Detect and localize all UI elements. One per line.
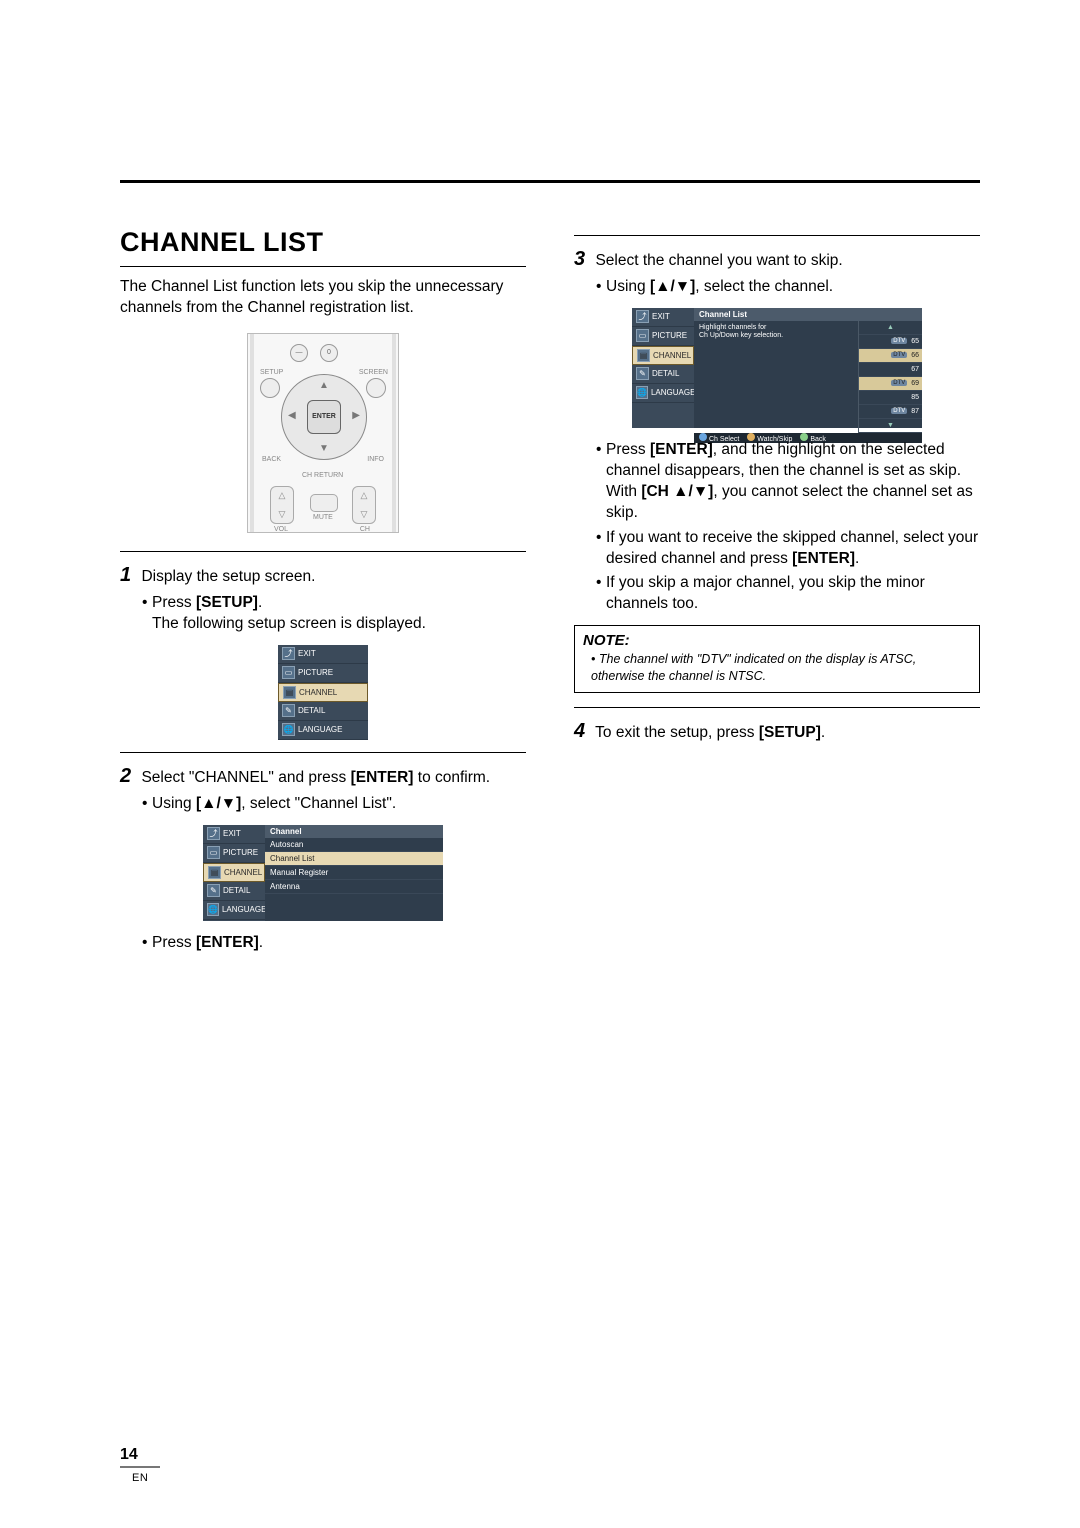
dpad-left-icon: ◀ xyxy=(288,410,296,421)
step1-rule xyxy=(120,551,526,552)
channel-list-screen: ⤴EXIT ▭PICTURE ▤CHANNEL ✎DETAIL 🌐LANGUAG… xyxy=(632,308,922,428)
step3-rule xyxy=(574,235,980,236)
remote-info-label: INFO xyxy=(367,456,384,463)
page-number-rule xyxy=(120,1466,160,1468)
left-column: CHANNEL LIST The Channel List function l… xyxy=(120,227,526,958)
cl-channel-column: ▲ DTV65 DTV66 67 DTV69 85 DTV87 ▼ xyxy=(858,321,922,433)
remote-zero-button: 0 xyxy=(320,344,338,362)
channel-menu-title: Channel xyxy=(265,825,443,838)
step-4-number: 4 xyxy=(574,720,585,742)
step-3-bullet-b3: • If you skip a major channel, you skip … xyxy=(596,573,980,615)
note-title: NOTE: xyxy=(583,632,971,649)
dpad-down-icon: ▼ xyxy=(319,443,329,454)
remote-dpad: ▲ ▼ ◀ ▶ ENTER xyxy=(281,374,367,460)
note-body: • The channel with "DTV" indicated on th… xyxy=(591,651,971,684)
detail-icon: ✎ xyxy=(282,704,295,717)
step4-rule xyxy=(574,707,980,708)
remote-setup-label: SETUP xyxy=(260,369,283,376)
page-number: 14 xyxy=(120,1446,138,1464)
remote-back-label: BACK xyxy=(262,456,281,463)
step-3-bullet-b2: • If you want to receive the skipped cha… xyxy=(596,528,980,570)
cl-down-arrow-icon: ▼ xyxy=(887,422,894,429)
intro-text: The Channel List function lets you skip … xyxy=(120,277,526,319)
channel-row-antenna: Antenna xyxy=(265,880,443,894)
step-3: 3 Select the channel you want to skip. xyxy=(574,246,980,273)
step-3-bullet-a: • Using [▲/▼], select the channel. xyxy=(596,277,980,298)
detail-icon: ✎ xyxy=(636,367,649,380)
dpad-right-icon: ▶ xyxy=(352,410,360,421)
step-1: 1 Display the setup screen. xyxy=(120,562,526,589)
step-2-bullet-a: • Using [▲/▼], select "Channel List". xyxy=(142,794,526,815)
channel-row-autoscan: Autoscan xyxy=(265,838,443,852)
cl-info-text: Highlight channels for Ch Up/Down key se… xyxy=(694,321,858,433)
right-column: 3 Select the channel you want to skip. •… xyxy=(574,227,980,958)
remote-ch-rocker: △▽ xyxy=(352,486,376,524)
page-heading: CHANNEL LIST xyxy=(120,227,526,258)
picture-icon: ▭ xyxy=(636,329,649,342)
channel-icon: ▤ xyxy=(208,866,221,879)
step-2-bullet-b: • Press [ENTER]. xyxy=(142,933,526,954)
channel-icon: ▤ xyxy=(637,349,650,362)
remote-illustration: — 0 SETUP SCREEN ▲ ▼ ◀ ▶ ENTER BACK INFO… xyxy=(247,333,399,533)
remote-vol-rocker: △▽ xyxy=(270,486,294,524)
cl-up-arrow-icon: ▲ xyxy=(887,324,894,331)
remote-mute-label: MUTE xyxy=(313,514,333,521)
remote-chreturn-label: CH RETURN xyxy=(302,472,343,479)
exit-icon: ⤴ xyxy=(282,647,295,660)
exit-icon: ⤴ xyxy=(636,310,649,323)
step-1-bullet: • Press [SETUP]. The following setup scr… xyxy=(142,593,526,635)
channel-icon: ▤ xyxy=(283,686,296,699)
step-2-number: 2 xyxy=(120,765,131,787)
remote-setup-button xyxy=(260,378,280,398)
detail-icon: ✎ xyxy=(207,884,220,897)
remote-ch-label: CH xyxy=(360,526,370,533)
step2-rule xyxy=(120,752,526,753)
channel-row-channel-list: Channel List xyxy=(265,852,443,866)
step-3-bullet-b1: • Press [ENTER], and the highlight on th… xyxy=(596,440,980,524)
page-footer: 14 EN xyxy=(120,1446,160,1486)
language-icon: 🌐 xyxy=(282,723,295,736)
setup-screen-1: ⤴EXIT ▭PICTURE ▤CHANNEL ✎DETAIL 🌐LANGUAG… xyxy=(278,645,368,740)
picture-icon: ▭ xyxy=(207,846,220,859)
exit-icon: ⤴ xyxy=(207,827,220,840)
dpad-up-icon: ▲ xyxy=(319,380,329,391)
remote-dash-button: — xyxy=(290,344,308,362)
step-1-number: 1 xyxy=(120,564,131,586)
remote-enter-button: ENTER xyxy=(307,400,341,434)
remote-screen-button xyxy=(366,378,386,398)
step-2: 2 Select "CHANNEL" and press [ENTER] to … xyxy=(120,763,526,790)
note-box: NOTE: • The channel with "DTV" indicated… xyxy=(574,625,980,693)
picture-icon: ▭ xyxy=(282,666,295,679)
remote-vol-label: VOL xyxy=(274,526,288,533)
setup-screen-2: ⤴EXIT ▭PICTURE ▤CHANNEL ✎DETAIL 🌐LANGUAG… xyxy=(203,825,443,921)
remote-mute-button xyxy=(310,494,338,512)
step-3-number: 3 xyxy=(574,248,585,270)
top-rule xyxy=(120,180,980,183)
page-lang: EN xyxy=(132,1472,148,1484)
channel-row-manual-register: Manual Register xyxy=(265,866,443,880)
cl-title: Channel List xyxy=(694,308,922,321)
heading-underline xyxy=(120,266,526,267)
language-icon: 🌐 xyxy=(636,386,648,399)
step-4: 4 To exit the setup, press [SETUP]. xyxy=(574,718,980,745)
language-icon: 🌐 xyxy=(207,903,219,916)
